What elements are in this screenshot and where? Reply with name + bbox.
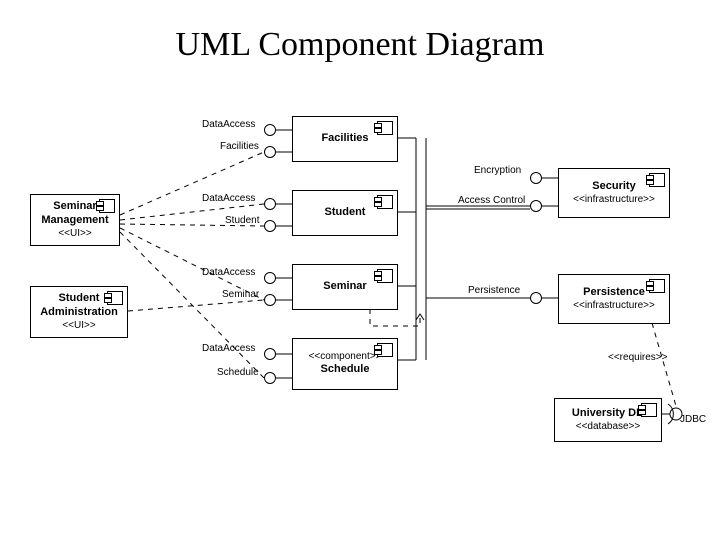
component-name: Seminar <box>323 280 366 294</box>
interface-label: JDBC <box>680 414 706 425</box>
interface-dot <box>530 200 542 212</box>
component-icon <box>649 279 665 293</box>
component-name: Schedule <box>321 363 370 377</box>
component-icon <box>107 291 123 305</box>
component-name: Facilities <box>321 132 368 146</box>
component-stereo: <<UI>> <box>62 320 95 333</box>
interface-label: <<requires>> <box>608 352 668 363</box>
interface-dot <box>264 124 276 136</box>
component-schedule: <<component>> Schedule <box>292 338 398 390</box>
component-stereo: <<component>> <box>309 351 382 364</box>
component-name: Persistence <box>583 286 645 300</box>
interface-dot <box>264 146 276 158</box>
interface-label: DataAccess <box>202 119 255 130</box>
component-student-administration: Student Administration <<UI>> <box>30 286 128 338</box>
interface-label: Seminar <box>222 289 259 300</box>
component-icon <box>641 403 657 417</box>
component-icon <box>377 343 393 357</box>
interface-dot <box>530 292 542 304</box>
interface-label: DataAccess <box>202 343 255 354</box>
page: UML Component Diagram Seminar Management… <box>0 0 720 540</box>
component-icon <box>99 199 115 213</box>
interface-label: Student <box>225 215 259 226</box>
component-university-db: University DB <<database>> <box>554 398 662 442</box>
component-stereo: <<UI>> <box>58 228 91 241</box>
component-security: Security <<infrastructure>> <box>558 168 670 218</box>
interface-dot <box>264 348 276 360</box>
interface-label: Facilities <box>220 141 259 152</box>
component-icon <box>377 195 393 209</box>
page-title: UML Component Diagram <box>0 26 720 64</box>
component-name: Security <box>592 180 635 194</box>
component-seminar-management: Seminar Management <<UI>> <box>30 194 120 246</box>
interface-dot <box>264 220 276 232</box>
interface-label: Persistence <box>468 285 520 296</box>
interface-label: DataAccess <box>202 193 255 204</box>
interface-dot <box>264 272 276 284</box>
interface-dot <box>264 372 276 384</box>
component-icon <box>377 121 393 135</box>
component-stereo: <<database>> <box>576 421 641 434</box>
interface-dot <box>264 294 276 306</box>
interface-label: Encryption <box>474 165 521 176</box>
component-icon <box>649 173 665 187</box>
interface-dot <box>264 198 276 210</box>
component-facilities: Facilities <box>292 116 398 162</box>
component-seminar: Seminar <box>292 264 398 310</box>
interface-label: Schedule <box>217 367 259 378</box>
interface-label: Access Control <box>458 195 525 206</box>
component-name: University DB <box>572 407 644 421</box>
interface-label: DataAccess <box>202 267 255 278</box>
component-name: Student <box>325 206 366 220</box>
component-stereo: <<infrastructure>> <box>573 300 655 313</box>
component-icon <box>377 269 393 283</box>
component-stereo: <<infrastructure>> <box>573 194 655 207</box>
interface-dot <box>530 172 542 184</box>
component-persistence: Persistence <<infrastructure>> <box>558 274 670 324</box>
component-student: Student <box>292 190 398 236</box>
